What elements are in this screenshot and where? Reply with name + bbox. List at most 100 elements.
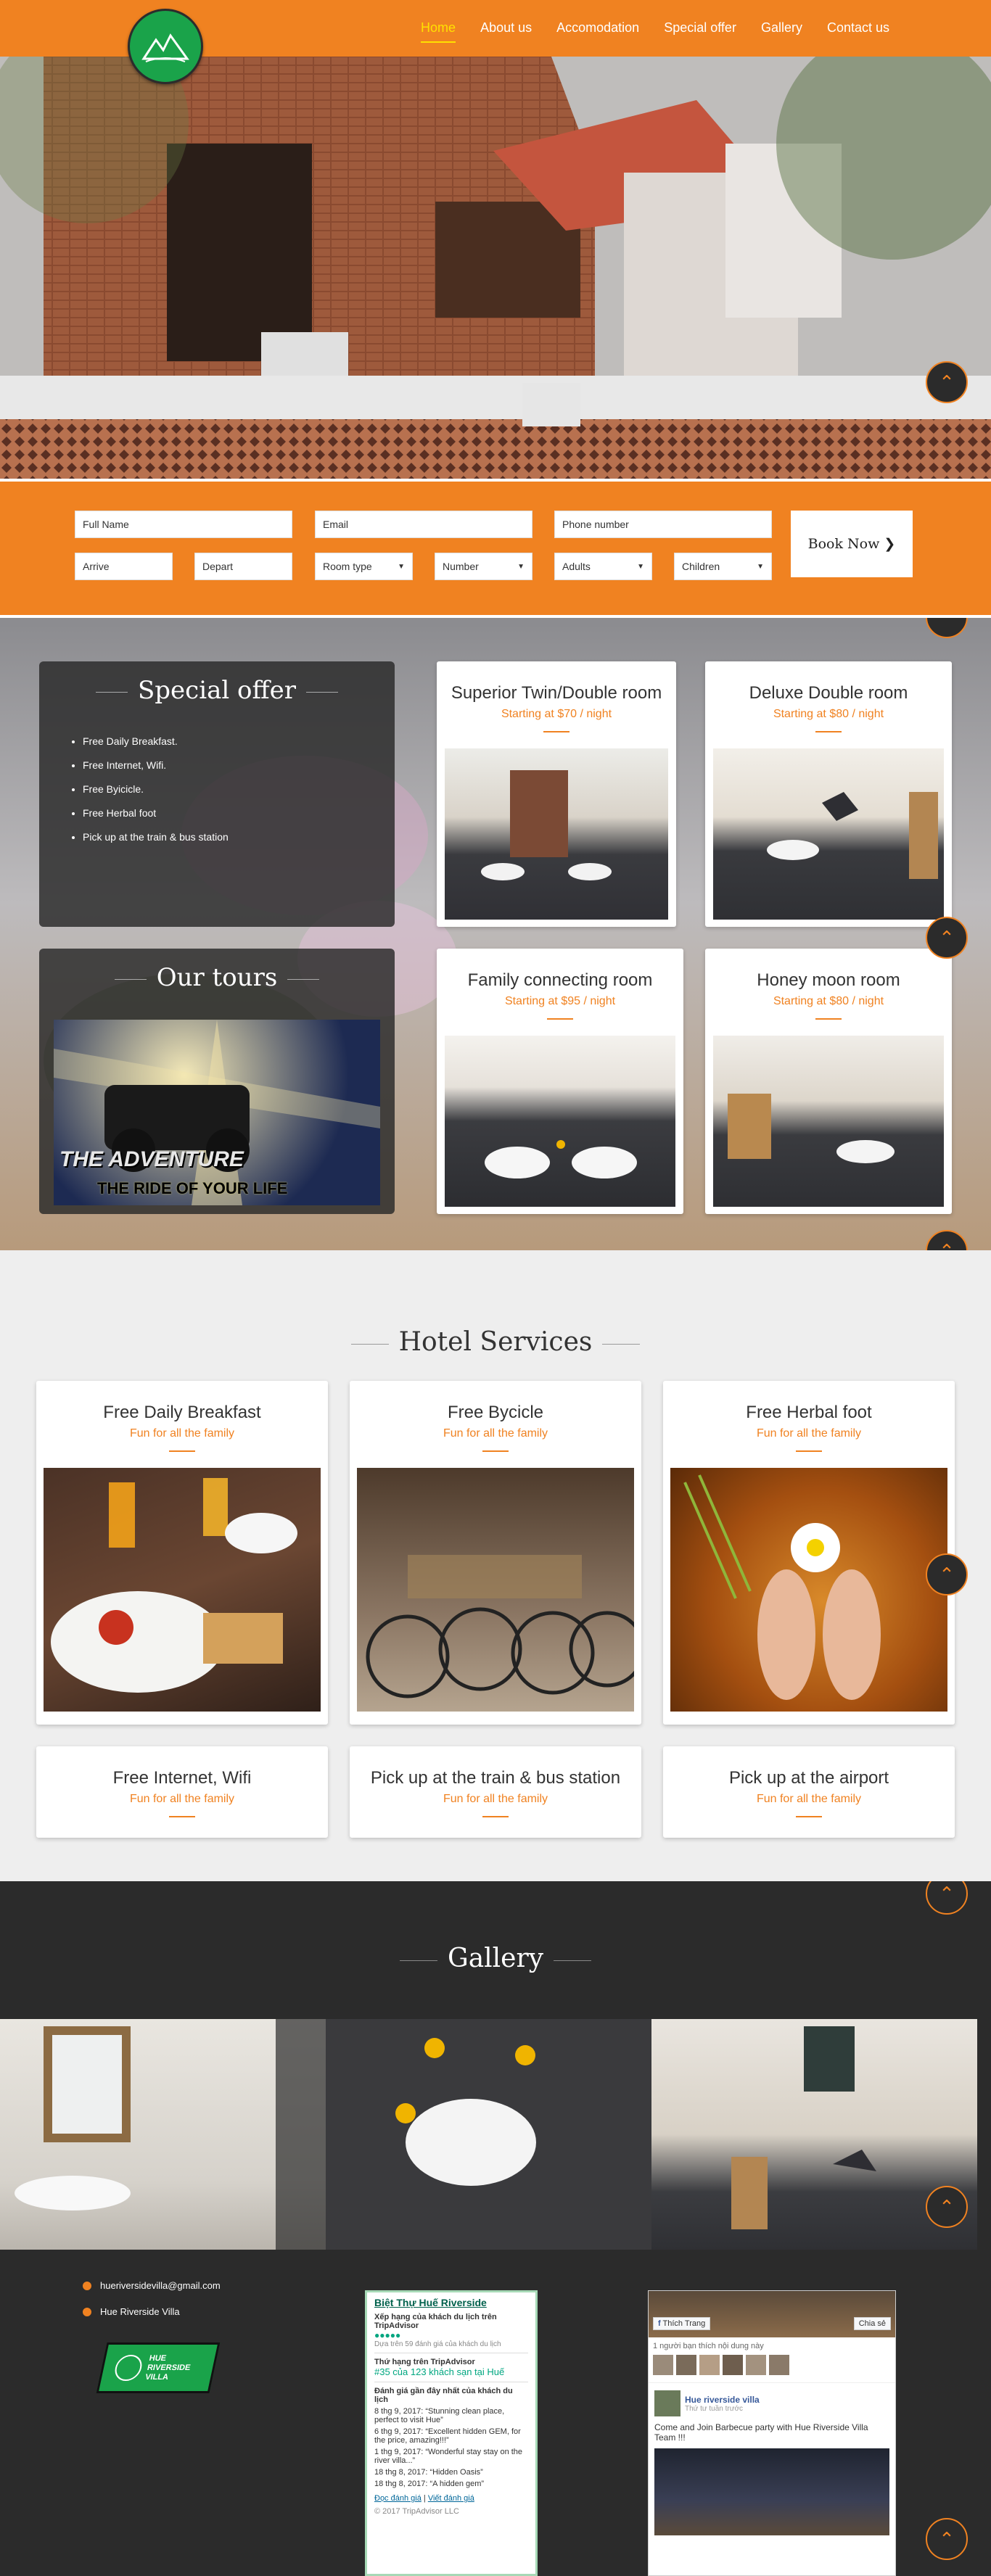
chevron-up-icon: ⌃ [939,2195,955,2218]
gallery-section: ⌃ Gallery ⌃ hueriversidevilla@gmail.com … [0,1881,991,2576]
footer-email[interactable]: hueriversidevilla@gmail.com [83,2280,221,2291]
review-item[interactable]: 1 thg 9, 2017: “Wonderful stay stay on t… [374,2448,528,2465]
avatar [654,2390,680,2416]
avatar [699,2355,720,2375]
email-input[interactable]: Email [315,511,532,538]
mountain-logo-icon [112,2355,144,2381]
service-name: Pick up at the train & bus station [370,1768,621,1788]
list-item: Free Daily Breakfast. [83,730,395,754]
arrive-date-input[interactable]: Arrive [75,553,173,580]
footer-badge[interactable]: HUE RIVERSIDE VILLA [96,2342,221,2393]
fb-like-button[interactable]: f Thích Trang [653,2317,711,2330]
chevron-right-icon: ❯ [884,536,896,552]
read-reviews-link[interactable]: Đọc đánh giá [374,2494,422,2503]
nav-special-offer[interactable]: Special offer [664,20,736,43]
service-subtitle: Fun for all the family [756,1793,862,1805]
chevron-up-icon: ⌃ [939,618,955,629]
list-item: Free Byicicle. [83,777,395,801]
banner-tagline: THE RIDE OF YOUR LIFE [97,1179,288,1197]
nav-contact[interactable]: Contact us [827,20,889,43]
service-name: Free Herbal foot [746,1403,872,1422]
facebook-widget: f Thích Trang Chia sẻ 1 người bạn thích … [648,2290,896,2576]
nav-accomodation[interactable]: Accomodation [556,20,639,43]
service-subtitle: Fun for all the family [443,1793,548,1805]
service-card[interactable]: Pick up at the train & bus station Fun f… [350,1746,641,1838]
list-item: Free Herbal foot [83,801,395,825]
tripadvisor-widget: Biệt Thự Huế Riverside Xếp hạng của khác… [365,2290,538,2576]
write-review-link[interactable]: Viết đánh giá [428,2494,474,2503]
room-card[interactable]: Superior Twin/Double room Starting at $7… [437,661,676,927]
scroll-to-top-button[interactable]: ⌃ [926,2518,968,2560]
mountain-logo-icon [141,33,189,62]
nav-gallery[interactable]: Gallery [761,20,802,43]
service-card[interactable]: Free Internet, Wifi Fun for all the fami… [36,1746,328,1838]
rating-bubbles: ●●●●● [374,2330,401,2340]
fb-friend-avatars [649,2355,895,2375]
service-card[interactable]: Free Daily Breakfast Fun for all the fam… [36,1381,328,1725]
room-price: Starting at $80 / night [773,995,884,1007]
scroll-button[interactable]: ⌃ [926,917,968,959]
service-name: Free Bycicle [447,1403,544,1422]
home-icon [83,2307,91,2316]
breakfast-photo [44,1468,321,1712]
room-card[interactable]: Honey moon room Starting at $80 / night [705,949,952,1214]
scroll-button[interactable]: ⌃ [926,1553,968,1595]
footer-name: Hue Riverside Villa [83,2306,180,2317]
tripadvisor-title[interactable]: Biệt Thự Huế Riverside [374,2297,528,2308]
room-photo [445,1036,675,1207]
number-select[interactable]: Number ▼ [435,553,532,580]
gallery-image[interactable] [326,2019,651,2250]
gallery-title: Gallery [447,1944,544,1973]
jeep-illustration [54,1020,380,1205]
room-name: Superior Twin/Double room [451,683,662,703]
herbal-foot-photo [670,1468,947,1712]
review-item[interactable]: 18 thg 8, 2017: “A hidden gem” [374,2480,528,2488]
scroll-down-button[interactable]: ⌃ [926,361,968,403]
fb-share-button[interactable]: Chia sẻ [853,2317,891,2330]
caret-down-icon: ▼ [517,562,525,571]
facebook-icon: f [658,2319,661,2328]
room-type-select[interactable]: Room type ▼ [315,553,413,580]
avatar [723,2355,743,2375]
avatar [746,2355,766,2375]
service-card[interactable]: Free Bycicle Fun for all the family [350,1381,641,1725]
hotel-services-section: Hotel Services Free Daily Breakfast Fun … [0,1250,991,1881]
room-price: Starting at $70 / night [501,708,612,720]
room-photo [713,748,944,920]
service-subtitle: Fun for all the family [129,1793,235,1805]
book-now-button[interactable]: Book Now ❯ [791,511,913,577]
caret-down-icon: ▼ [757,562,764,571]
room-photo [713,1036,944,1207]
adults-select[interactable]: Adults ▼ [554,553,652,580]
tours-banner[interactable]: THE ADVENTURE THE RIDE OF YOUR LIFE [54,1020,380,1205]
children-select[interactable]: Children ▼ [674,553,772,580]
review-item[interactable]: 6 thg 9, 2017: “Excellent hidden GEM, fo… [374,2427,528,2445]
scroll-button[interactable]: ⌃ [926,1881,968,1915]
room-card[interactable]: Family connecting room Starting at $95 /… [437,949,683,1214]
top-navbar: Home About us Accomodation Special offer… [0,0,991,84]
nav-home[interactable]: Home [421,20,456,43]
room-price: Starting at $95 / night [504,995,616,1007]
review-item[interactable]: 18 thg 8, 2017: “Hidden Oasis” [374,2468,528,2477]
banner-headline: THE ADVENTURE [59,1147,244,1171]
chevron-up-icon: ⌃ [939,926,955,949]
service-name: Pick up at the airport [728,1768,889,1788]
scroll-button[interactable]: ⌃ [926,2186,968,2228]
room-card[interactable]: Deluxe Double room Starting at $80 / nig… [705,661,952,927]
nav-about[interactable]: About us [480,20,532,43]
avatar [769,2355,789,2375]
review-item[interactable]: 8 thg 9, 2017: “Stunning clean place, pe… [374,2407,528,2424]
avatar [653,2355,673,2375]
booking-form: Full Name Email Phone number Arrive Depa… [0,479,991,618]
service-card[interactable]: Free Herbal foot Fun for all the family [663,1381,955,1725]
offers-section: ⌃ Special offer Free Daily Breakfast. Fr… [0,618,991,1250]
phone-input[interactable]: Phone number [554,511,772,538]
gallery-image[interactable] [0,2019,326,2250]
full-name-input[interactable]: Full Name [75,511,292,538]
site-logo[interactable] [128,9,203,84]
special-offer-list: Free Daily Breakfast. Free Internet, Wif… [83,730,395,849]
service-card[interactable]: Pick up at the airport Fun for all the f… [663,1746,955,1838]
room-photo [445,748,668,920]
depart-date-input[interactable]: Depart [194,553,292,580]
our-tours-title: Our tours [156,963,278,992]
